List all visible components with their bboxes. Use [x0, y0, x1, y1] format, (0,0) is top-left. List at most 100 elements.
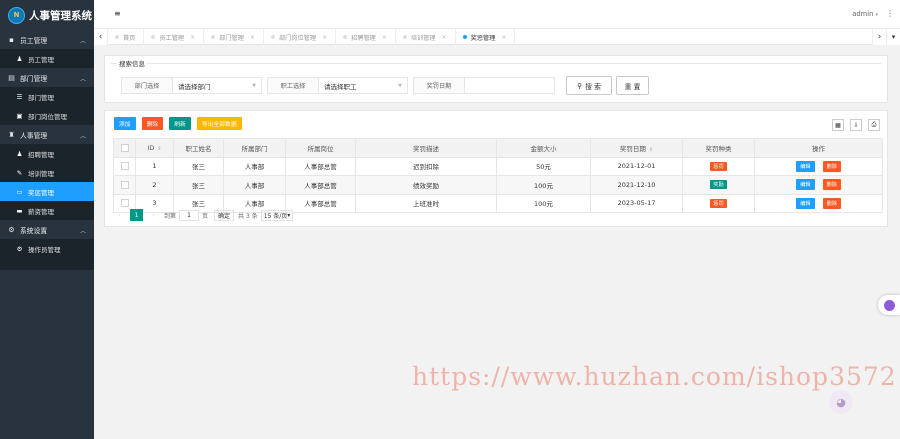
- cell-desc: 迟到扣除: [355, 156, 497, 176]
- header-dept: 所属部门: [223, 138, 286, 158]
- dept-select[interactable]: 请选择部门 ▼: [173, 78, 261, 93]
- add-button[interactable]: 添加: [114, 117, 136, 130]
- tabs-scroll-right-icon[interactable]: ›: [872, 29, 886, 45]
- header-id[interactable]: ID ⇕: [135, 138, 174, 158]
- tabs-more-icon[interactable]: ▾: [886, 29, 900, 45]
- cell-post: 人事部总管: [285, 193, 356, 213]
- export-button[interactable]: 导出全部数据: [196, 117, 242, 130]
- export-icon[interactable]: ⇩: [850, 119, 862, 131]
- tab-dot-icon: [270, 35, 275, 39]
- close-icon[interactable]: ×: [382, 34, 387, 41]
- sidebar-item-post-manage[interactable]: ▣ 部门岗位管理: [0, 106, 94, 125]
- list-icon: ☰: [16, 92, 23, 101]
- money-icon: ▬: [16, 206, 23, 215]
- date-input[interactable]: [465, 78, 554, 93]
- cell-kind: 惩罚: [682, 193, 755, 213]
- sidebar-item-dept-manage[interactable]: ☰ 部门管理: [0, 87, 94, 106]
- header-kind: 奖罚种类: [682, 138, 755, 158]
- print-icon[interactable]: ⎙: [868, 119, 880, 131]
- page-current[interactable]: 1: [130, 209, 143, 221]
- next-page-icon[interactable]: ›: [147, 209, 160, 221]
- search-panel: 搜索信息 部门选择 请选择部门 ▼ 职工选择 请选择职工 ▼ 奖罚日期 ⚲ 搜 索 重…: [104, 55, 888, 103]
- cell-actions: 编辑 删除: [754, 193, 883, 213]
- person-icon: ♟: [16, 54, 23, 63]
- edit-button[interactable]: 编辑: [796, 160, 815, 172]
- edit-button[interactable]: 编辑: [796, 179, 815, 191]
- more-options-icon[interactable]: ⋮: [886, 9, 894, 18]
- row-checkbox[interactable]: [113, 175, 136, 195]
- logo-icon: N: [8, 6, 25, 24]
- sidebar: N 人事管理系统 ▪ 员工管理 ︿ ♟ 员工管理 ▤ 部门管理 ︿ ☰ 部门管理…: [0, 0, 94, 439]
- select-all-checkbox[interactable]: [113, 138, 136, 158]
- sidebar-item-reward[interactable]: ▭ 奖惩管理: [0, 182, 94, 201]
- columns-filter-icon[interactable]: ▦: [832, 119, 844, 131]
- tab-dot-icon: [462, 35, 467, 39]
- header-actions: 操作: [754, 138, 883, 158]
- dept-field: 部门选择 请选择部门 ▼: [121, 77, 262, 94]
- refresh-button[interactable]: 刷新: [169, 117, 191, 130]
- reset-button[interactable]: 重 置: [616, 76, 649, 95]
- close-icon[interactable]: ×: [190, 34, 195, 41]
- app-title: 人事管理系统: [29, 9, 92, 22]
- page-input[interactable]: 1: [179, 209, 200, 221]
- header-desc: 奖罚描述: [355, 138, 497, 158]
- prev-page-icon[interactable]: ‹: [113, 209, 126, 221]
- tabs-scroll-left-icon[interactable]: ‹: [94, 29, 108, 45]
- employee-field: 职工选择 请选择职工 ▼: [267, 77, 408, 94]
- search-row: 部门选择 请选择部门 ▼ 职工选择 请选择职工 ▼ 奖罚日期 ⚲ 搜 索 重 置: [121, 76, 653, 95]
- employee-select[interactable]: 请选择职工 ▼: [319, 78, 407, 93]
- close-icon[interactable]: ×: [501, 34, 506, 41]
- page-size-select[interactable]: 15 条/页 ▾: [260, 209, 294, 221]
- close-icon[interactable]: ×: [250, 34, 255, 41]
- tab-list: 首页 员工管理 × 部门管理 × 部门岗位管理 × 招聘管理 × 培训管理 × 奖惩管理 ×: [108, 29, 516, 45]
- header-amount: 金额大小: [496, 138, 591, 158]
- sidebar-group-employee[interactable]: ▪ 员工管理 ︿: [0, 30, 94, 49]
- cell-dept: 人事部: [223, 175, 286, 195]
- header-date[interactable]: 奖罚日期 ⇕: [590, 138, 683, 158]
- chevron-up-icon: ︿: [79, 133, 86, 140]
- tab-dept-post[interactable]: 部门岗位管理 ×: [264, 29, 337, 45]
- sidebar-item-recruit[interactable]: ♟ 招聘管理: [0, 144, 94, 163]
- gear-icon: ⚙: [16, 244, 23, 253]
- sidebar-item-operator[interactable]: ⚙ 操作员管理: [0, 239, 94, 258]
- tab-home[interactable]: 首页: [108, 29, 145, 45]
- cell-actions: 编辑 删除: [754, 175, 883, 195]
- sidebar-group-settings[interactable]: ⚙ 系统设置 ︿: [0, 220, 94, 239]
- status-badge: 奖励: [710, 180, 727, 190]
- sort-icon[interactable]: ⇕: [649, 147, 653, 153]
- cell-dept: 人事部: [223, 156, 286, 176]
- floating-assistant[interactable]: [878, 295, 900, 315]
- close-icon[interactable]: ×: [322, 34, 327, 41]
- delete-button[interactable]: 删除: [822, 160, 841, 172]
- caret-down-icon: ▼: [252, 83, 256, 89]
- top-bar: ≡ admin ▾ ⋮: [94, 0, 900, 29]
- table-icon: ▤: [8, 73, 15, 82]
- sort-icon[interactable]: ⇕: [157, 146, 161, 152]
- row-checkbox[interactable]: [113, 156, 136, 176]
- pencil-icon: ✎: [16, 168, 23, 177]
- menu-toggle-icon[interactable]: ≡: [114, 9, 121, 18]
- sidebar-group-dept[interactable]: ▤ 部门管理 ︿: [0, 68, 94, 87]
- tab-dept[interactable]: 部门管理 ×: [204, 29, 264, 45]
- search-button[interactable]: ⚲ 搜 索: [566, 76, 612, 95]
- batch-delete-button[interactable]: 删除: [141, 117, 164, 130]
- sidebar-item-employee-manage[interactable]: ♟ 员工管理: [0, 49, 94, 68]
- table-tools: ▦ ⇩ ⎙: [826, 119, 880, 131]
- sidebar-group-hr[interactable]: ♜ 人事管理 ︿: [0, 125, 94, 144]
- close-icon[interactable]: ×: [442, 34, 447, 41]
- delete-button[interactable]: 删除: [822, 179, 841, 191]
- delete-button[interactable]: 删除: [822, 197, 841, 209]
- tab-training[interactable]: 培训管理 ×: [396, 29, 456, 45]
- user-menu[interactable]: admin ▾: [852, 10, 878, 18]
- watermark: https://www.huzhan.com/ishop3572: [412, 362, 897, 391]
- goto-confirm-button[interactable]: 确定: [214, 209, 235, 221]
- tab-employee[interactable]: 员工管理 ×: [144, 29, 205, 45]
- cell-post: 人事部总管: [285, 175, 356, 195]
- edit-button[interactable]: 编辑: [796, 197, 815, 209]
- cell-post: 人事部总管: [285, 156, 356, 176]
- mascot-icon: ◕: [829, 390, 853, 414]
- tab-reward[interactable]: 奖惩管理 ×: [456, 29, 516, 45]
- sidebar-item-training[interactable]: ✎ 培训管理: [0, 163, 94, 182]
- sidebar-item-salary[interactable]: ▬ 薪资管理: [0, 201, 94, 220]
- tab-recruit[interactable]: 招聘管理 ×: [336, 29, 396, 45]
